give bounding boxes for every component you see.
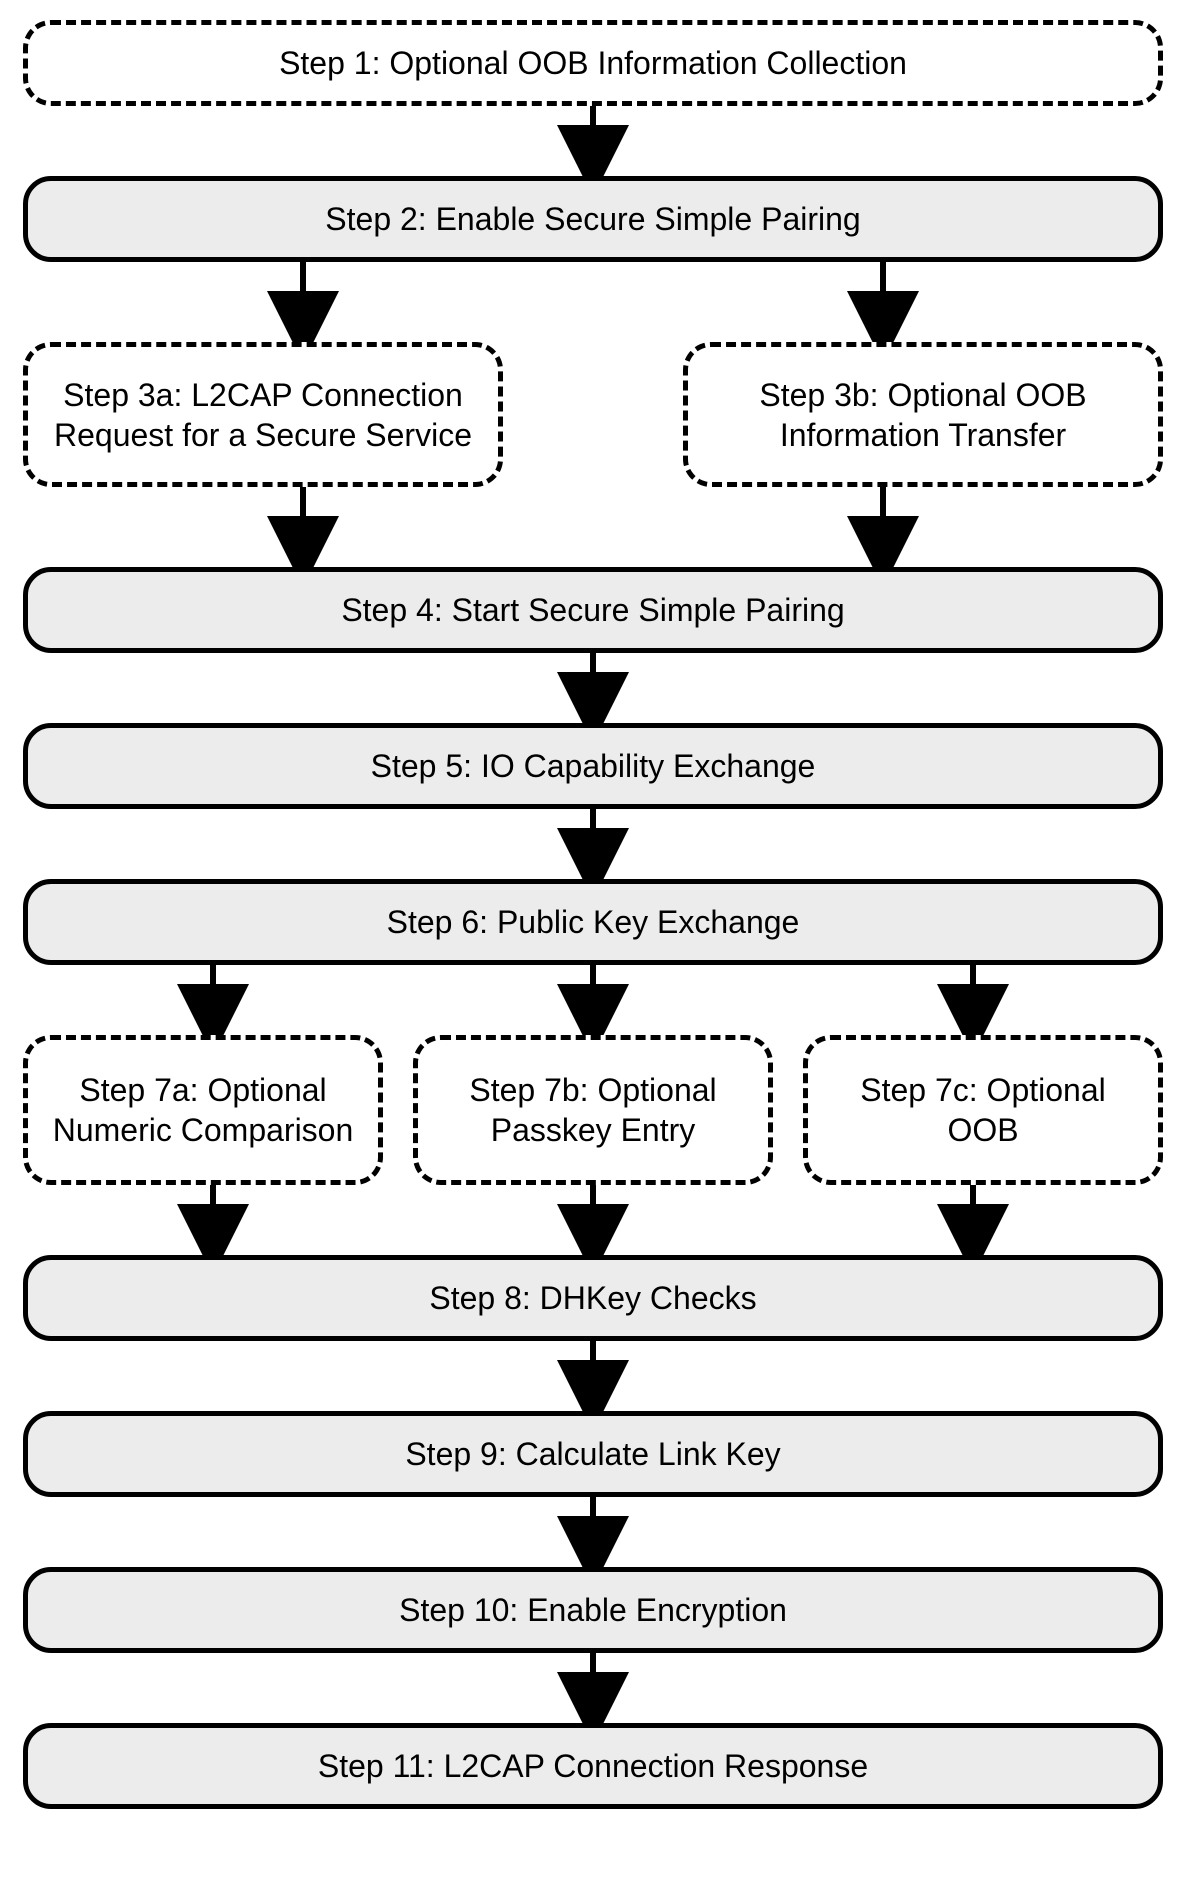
step-5: Step 5: IO Capability Exchange: [23, 723, 1163, 809]
step-7a: Step 7a: Optional Numeric Comparison: [23, 1035, 383, 1185]
step-11: Step 11: L2CAP Connection Response: [23, 1723, 1163, 1809]
step-7-row: Step 7a: Optional Numeric Comparison Ste…: [23, 1035, 1163, 1185]
arrow-10-to-11: [23, 1653, 1163, 1723]
arrow-7abc-to-8: [23, 1185, 1163, 1255]
step-10: Step 10: Enable Encryption: [23, 1567, 1163, 1653]
flowchart: Step 1: Optional OOB Information Collect…: [20, 20, 1166, 1809]
arrow-5-to-6: [23, 809, 1163, 879]
arrow-8-to-9: [23, 1341, 1163, 1411]
step-1: Step 1: Optional OOB Information Collect…: [23, 20, 1163, 106]
arrow-6-to-7abc: [23, 965, 1163, 1035]
arrow-9-to-10: [23, 1497, 1163, 1567]
arrow-2-to-3ab: [23, 262, 1163, 342]
step-8: Step 8: DHKey Checks: [23, 1255, 1163, 1341]
step-2: Step 2: Enable Secure Simple Pairing: [23, 176, 1163, 262]
step-7c: Step 7c: Optional OOB: [803, 1035, 1163, 1185]
step-3b: Step 3b: Optional OOB Information Transf…: [683, 342, 1163, 487]
step-9: Step 9: Calculate Link Key: [23, 1411, 1163, 1497]
step-4: Step 4: Start Secure Simple Pairing: [23, 567, 1163, 653]
arrow-1-to-2: [23, 106, 1163, 176]
arrow-3ab-to-4: [23, 487, 1163, 567]
step-3-row: Step 3a: L2CAP Connection Request for a …: [23, 342, 1163, 487]
step-7b: Step 7b: Optional Passkey Entry: [413, 1035, 773, 1185]
step-6: Step 6: Public Key Exchange: [23, 879, 1163, 965]
arrow-4-to-5: [23, 653, 1163, 723]
step-3a: Step 3a: L2CAP Connection Request for a …: [23, 342, 503, 487]
